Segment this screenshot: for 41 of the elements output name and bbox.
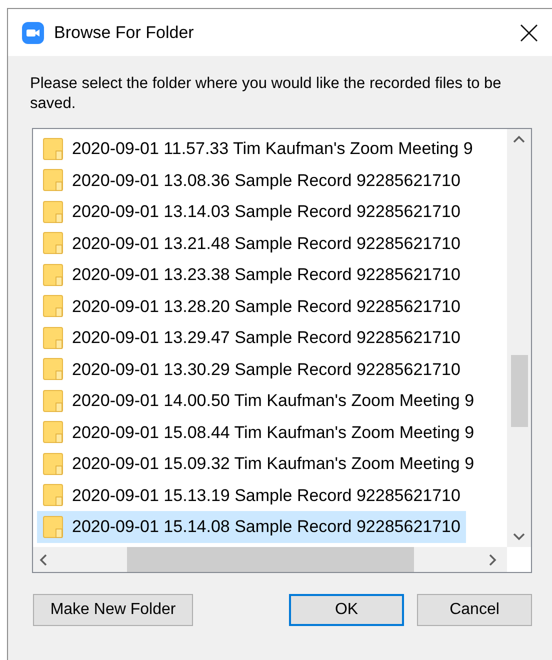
folder-icon bbox=[43, 484, 63, 506]
instruction-text: Please select the folder where you would like the recorded files to be saved. bbox=[29, 74, 502, 114]
dialog-button[interactable]: OK bbox=[289, 594, 404, 626]
folder-item[interactable]: 2020-09-01 13.29.47 Sample Record 92285621710 bbox=[37, 322, 466, 354]
scrollbar-thumb[interactable] bbox=[510, 355, 528, 427]
folder-icon bbox=[43, 452, 63, 475]
window-title: Browse For Folder bbox=[54, 22, 194, 44]
dialog-button[interactable]: Cancel bbox=[417, 594, 532, 626]
folder-icon bbox=[43, 264, 63, 286]
vertical-scrollbar[interactable] bbox=[507, 129, 531, 547]
folder-icon bbox=[43, 421, 63, 444]
folder-item[interactable]: 2020-09-01 13.30.29 Sample Record 92285621710 bbox=[37, 354, 466, 385]
folder-icon bbox=[43, 138, 63, 160]
folder-item[interactable]: 2020-09-01 15.13.19 Sample Record 92285621710 bbox=[37, 480, 466, 511]
scroll-up-icon[interactable] bbox=[513, 135, 525, 143]
horizontal-scrollbar[interactable] bbox=[33, 547, 507, 572]
scroll-left-icon[interactable] bbox=[39, 554, 47, 566]
folder-icon bbox=[43, 169, 63, 192]
folder-item[interactable]: 2020-09-01 13.14.03 Sample Record 92285621710 bbox=[37, 196, 466, 228]
folder-item[interactable]: 2020-09-01 13.21.48 Sample Record 92285621710 bbox=[37, 228, 466, 259]
dialog-button[interactable]: Make New Folder bbox=[33, 594, 193, 626]
folder-icon bbox=[43, 200, 63, 223]
folder-icon bbox=[43, 295, 63, 318]
scrollbar-thumb[interactable] bbox=[127, 547, 414, 572]
folder-icon bbox=[43, 326, 63, 349]
folder-item[interactable]: 2020-09-01 15.14.08 Sample Record 92285621710 bbox=[37, 511, 466, 542]
folder-item[interactable]: 2020-09-01 13.23.38 Sample Record 92285621710 bbox=[37, 259, 466, 290]
folder-icon bbox=[43, 516, 63, 538]
folder-item[interactable]: 2020-09-01 15.09.32 Tim Kaufman's Zoom Meeting 9 bbox=[37, 448, 480, 480]
folder-item[interactable]: 2020-09-01 15.08.44 Tim Kaufman's Zoom Meeting 9 bbox=[37, 416, 480, 448]
folder-item[interactable]: 2020-09-01 11.57.33 Tim Kaufman's Zoom Meeting 9 bbox=[37, 133, 479, 164]
folder-item[interactable]: 2020-09-01 13.08.36 Sample Record 92285621710 bbox=[37, 164, 466, 196]
close-icon[interactable] bbox=[520, 24, 538, 42]
folder-item[interactable]: 2020-09-01 13.28.20 Sample Record 92285621710 bbox=[37, 290, 466, 322]
folder-item[interactable]: 2020-09-01 14.00.50 Tim Kaufman's Zoom Meeting 9 bbox=[37, 385, 480, 416]
folder-icon bbox=[43, 390, 63, 412]
scroll-down-icon[interactable] bbox=[513, 533, 525, 541]
scroll-right-icon[interactable] bbox=[489, 554, 497, 566]
video-camera-icon bbox=[22, 22, 44, 44]
folder-icon bbox=[43, 358, 63, 380]
folder-icon bbox=[43, 232, 63, 254]
